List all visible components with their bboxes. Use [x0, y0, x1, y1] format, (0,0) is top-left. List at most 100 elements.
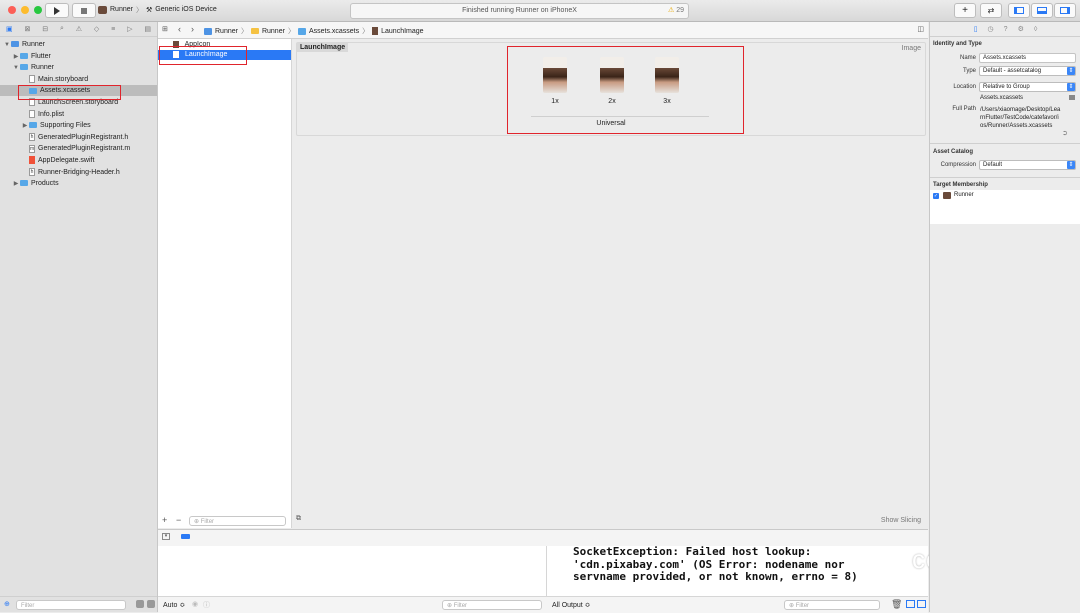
remove-asset-button[interactable]: − [176, 515, 181, 525]
debug-tab-icon[interactable]: ≡ [111, 26, 115, 33]
breakpoint-tab-icon[interactable]: ▷ [127, 25, 132, 33]
split-right-icon[interactable] [917, 600, 926, 608]
console-filter-input[interactable]: ⊕ Filter [784, 600, 880, 610]
folder-icon[interactable] [1069, 95, 1075, 100]
toggle-debug-area-button[interactable] [1031, 3, 1053, 18]
code-review-button[interactable]: ⇄ [980, 3, 1002, 18]
all-output-select[interactable]: All Output ≎ [552, 601, 591, 609]
type-label: Type [962, 68, 976, 74]
compression-label: Compression [940, 162, 976, 168]
navigator-item-label: Products [31, 180, 59, 188]
warning-badge[interactable]: ⚠ 29 [668, 4, 684, 18]
navigator-item[interactable]: h GeneratedPluginRegistrant.h [0, 132, 157, 143]
asset-catalog-section-title: Asset Catalog [933, 149, 974, 155]
back-button[interactable]: ‹ [178, 24, 181, 34]
identity-inspector-tab-icon[interactable]: ⚙ [1018, 25, 1024, 33]
identity-section-title: Identity and Type [933, 41, 982, 47]
breadcrumb-image-set[interactable]: LaunchImage [381, 28, 423, 35]
m-file-icon: m [29, 144, 35, 153]
attributes-inspector-tab-icon[interactable]: ◊ [1034, 26, 1037, 33]
navigator-item[interactable]: ▶ Products [0, 178, 157, 189]
recent-files-icon[interactable] [136, 600, 144, 608]
test-tab-icon[interactable]: ◇ [94, 25, 99, 33]
folder-icon [29, 122, 37, 129]
add-editor-icon[interactable]: ◫ [917, 25, 924, 33]
image-set-name[interactable]: LaunchImage [297, 43, 349, 52]
report-tab-icon[interactable]: ▤ [144, 25, 151, 33]
disclosure-triangle-icon[interactable]: ▶ [12, 52, 20, 63]
help-inspector-tab-icon[interactable]: ? [1004, 26, 1008, 33]
symbol-tab-icon[interactable]: ⊟ [42, 25, 48, 33]
folder-icon [20, 180, 28, 187]
show-slicing-button[interactable]: Show Slicing [881, 517, 921, 524]
disclosure-triangle-icon[interactable]: ▶ [12, 179, 20, 190]
fullpath-value: /Users/xiaomage/Desktop/LearnFlutter/Tes… [980, 107, 1061, 130]
breakpoints-toggle-icon[interactable] [181, 534, 190, 539]
location-label: Location [953, 84, 976, 90]
navigator-filter-input[interactable]: Filter [16, 600, 126, 610]
target-runner-checkbox[interactable]: ✓ [933, 193, 939, 199]
navigator-item[interactable]: ▼ Runner [0, 62, 157, 73]
navigator-item[interactable]: ▼ Runner [0, 39, 157, 50]
scm-status-icon[interactable] [147, 600, 155, 608]
asset-list: AppIcon LaunchImage + − ⊕ Filter [158, 39, 292, 528]
issue-tab-icon[interactable]: ⚠ [76, 25, 82, 33]
type-select[interactable]: Default - assetcatalog [979, 66, 1076, 76]
disclosure-triangle-icon[interactable]: ▼ [12, 63, 20, 74]
navigator-item[interactable]: ▶ Supporting Files [0, 120, 157, 131]
scheme-selector[interactable]: Runner 〉 ⚒ Generic iOS Device [98, 3, 217, 16]
info-icon[interactable]: ⓘ [203, 600, 210, 610]
compression-select[interactable]: Default [979, 160, 1076, 170]
navigator-item[interactable]: AppDelegate.swift [0, 155, 157, 166]
eye-icon[interactable]: ◉ [192, 600, 198, 608]
navigator-item[interactable]: Info.plist [0, 109, 157, 120]
section-divider [930, 143, 1080, 144]
toggle-navigator-button[interactable] [1008, 3, 1030, 18]
file-inspector-tab-icon[interactable]: ▯ [974, 25, 978, 33]
breadcrumb-group[interactable]: Runner [262, 28, 285, 35]
toggle-inspector-button[interactable] [1054, 3, 1076, 18]
reveal-in-finder-icon[interactable]: ➲ [1062, 129, 1068, 137]
disclosure-triangle-icon[interactable]: ▶ [21, 121, 29, 132]
split-left-icon[interactable] [906, 600, 915, 608]
source-control-tab-icon[interactable]: ⊠ [24, 25, 30, 33]
zoom-window-button[interactable] [34, 6, 42, 14]
navigator-item[interactable]: m GeneratedPluginRegistrant.m [0, 143, 157, 154]
location-select[interactable]: Relative to Group [979, 82, 1076, 92]
debug-footer: Auto ≎ ◉ ⓘ ⊕ Filter All Output ≎ ⊕ Filte… [158, 596, 928, 613]
disclosure-triangle-icon[interactable]: ▼ [3, 40, 11, 51]
run-button[interactable] [45, 3, 69, 18]
stop-button[interactable] [72, 3, 96, 18]
name-field[interactable]: Assets.xcassets [979, 53, 1076, 63]
variables-filter-input[interactable]: ⊕ Filter [442, 600, 542, 610]
history-inspector-tab-icon[interactable]: ◷ [988, 25, 994, 33]
search-tab-icon[interactable]: ⌕ [60, 25, 64, 33]
breadcrumb-project[interactable]: Runner [215, 28, 238, 35]
folder-tab-icon[interactable]: ▣ [6, 25, 13, 33]
forward-button[interactable]: › [191, 24, 194, 34]
related-items-icon[interactable]: ⊞ [162, 25, 168, 33]
library-button[interactable]: + [954, 3, 976, 18]
file-inspector: ▯ ◷ ? ⚙ ◊ Identity and Type Name Assets.… [929, 22, 1080, 612]
target-membership-section-title: Target Membership [933, 182, 988, 188]
chevron-right-icon: 〉 [287, 28, 295, 35]
close-window-button[interactable] [8, 6, 16, 14]
project-icon [204, 27, 212, 35]
add-asset-button[interactable]: + [162, 515, 167, 525]
minimize-window-button[interactable] [21, 6, 29, 14]
trash-icon[interactable]: 🗑 [891, 599, 902, 610]
navigator-item[interactable]: ▶ Flutter [0, 51, 157, 62]
breadcrumb-catalog[interactable]: Assets.xcassets [309, 28, 359, 35]
auto-scope-select[interactable]: Auto ≎ [163, 601, 185, 609]
image-set-type: Image [901, 45, 921, 52]
name-label: Name [959, 55, 976, 61]
runner-app-icon [98, 5, 107, 14]
plus-icon: + [962, 4, 968, 16]
file-file-icon [29, 74, 35, 83]
navigator-item[interactable]: h Runner-Bridging-Header.h [0, 167, 157, 178]
toggle-inspector-icon[interactable]: ⧉ [296, 515, 301, 523]
collapse-debug-icon[interactable]: ▾ [162, 533, 170, 540]
asset-filter-input[interactable]: ⊕ Filter [189, 516, 286, 526]
navigator-item[interactable]: Main.storyboard [0, 74, 157, 85]
console-filter-placeholder: Filter [795, 603, 810, 609]
